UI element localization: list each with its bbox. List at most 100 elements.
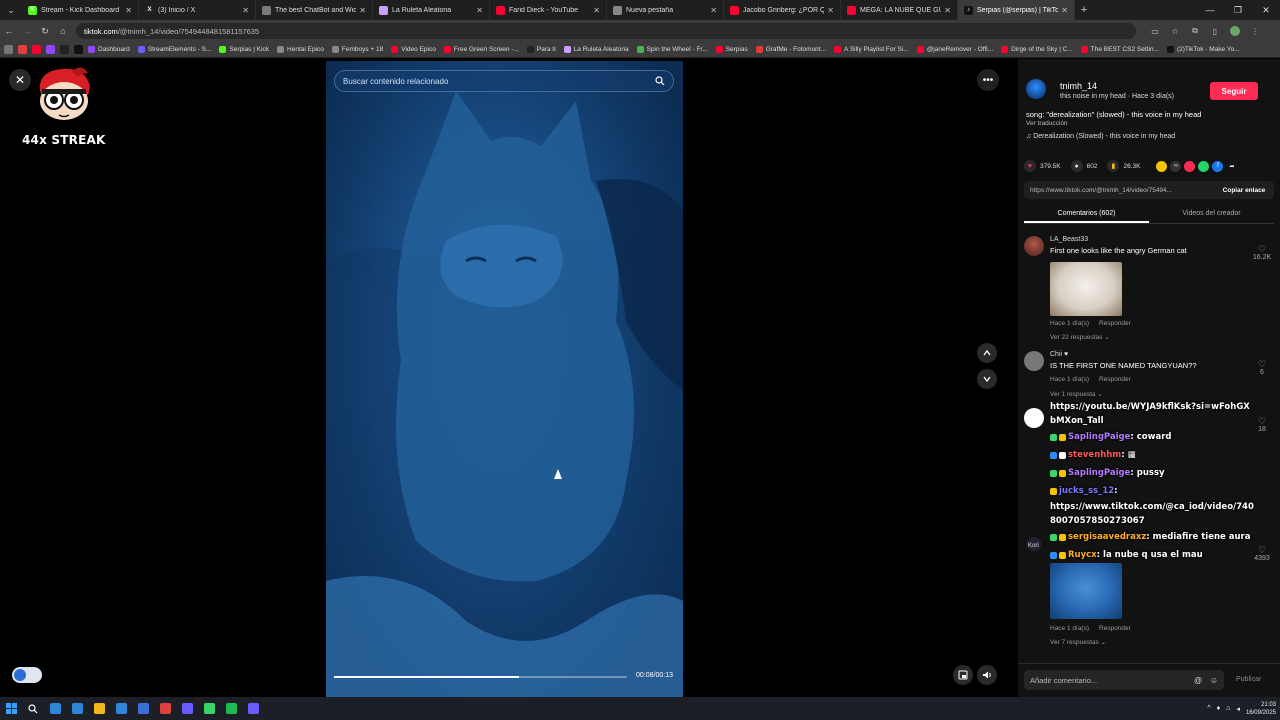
tab-search-button[interactable]: ⌄ [0,0,22,20]
gmail-icon[interactable] [18,45,27,54]
comment-image-cat[interactable] [1050,563,1122,619]
taskbar-app-icon[interactable] [176,697,198,720]
close-window-button[interactable]: ✕ [1252,0,1280,20]
comment-avatar[interactable] [1024,351,1044,371]
search-icon[interactable] [22,697,44,720]
forward-icon[interactable]: → [18,20,36,42]
tab-close-icon[interactable]: ✕ [359,6,366,15]
comment-username[interactable]: Chii ♥ [1050,351,1068,358]
tab-creator-videos[interactable]: Videos del creador [1149,206,1274,223]
twitch-icon[interactable] [46,45,55,54]
apps-grid-icon[interactable] [4,45,13,54]
bookmark-star-icon[interactable]: ☆ [1168,24,1182,38]
reply-button[interactable]: Responder [1099,376,1131,383]
taskbar-app-icon[interactable] [44,697,66,720]
view-replies-link[interactable]: Ver 7 respuestas ⌄ [1050,638,1106,646]
previous-video-button[interactable] [977,343,997,363]
taskbar-app-icon[interactable] [110,697,132,720]
comment-like[interactable]: ♡ 18 [1252,416,1272,433]
follow-button[interactable]: Seguir [1210,82,1258,100]
bookmark-item[interactable]: Hentai Epico [277,46,324,53]
reply-button[interactable]: Responder [1099,320,1131,327]
url-field[interactable]: tiktok.com/@tnimh_14/video/7549448481581… [76,23,1136,39]
bookmark-item[interactable]: Serpias [715,46,748,53]
home-icon[interactable]: ⌂ [54,20,72,42]
tab-close-icon[interactable]: ✕ [710,6,717,15]
browser-tab[interactable]: MEGA: LA NUBE QUE GUARDA✕ [841,0,958,20]
video-progress-bar[interactable] [334,676,627,678]
comment-stat[interactable]: ● 602 [1070,160,1097,172]
bookmark-item[interactable]: Femboys + 18 [331,46,383,53]
bookmark-item[interactable]: Dirge of the Sky | C... [1001,46,1073,53]
taskbar-app-icon[interactable] [220,697,242,720]
bookmark-item[interactable]: Video Epico [391,46,436,53]
browser-tab[interactable]: K Stream - Kick Dashboard ✕ [22,0,139,20]
taskbar-app-icon[interactable] [242,697,264,720]
coin-icon[interactable] [1156,160,1168,172]
comment-avatar[interactable] [1024,408,1044,428]
sidebar-icon[interactable]: ▯ [1208,24,1222,38]
related-search-input[interactable]: Buscar contenido relacionado [334,70,674,92]
browser-tab[interactable]: Jacobo Grinberg: ¿POR QUÉ DI✕ [724,0,841,20]
publish-button[interactable]: Publicar [1236,676,1261,683]
share-icon[interactable]: ➦ [1226,161,1237,172]
tab-close-icon[interactable]: ✕ [125,6,132,15]
like-stat[interactable]: ♥ 379.5K [1024,160,1061,172]
comment-avatar[interactable] [1024,236,1044,256]
minimize-button[interactable]: — [1196,0,1224,20]
extension-toggle[interactable] [12,667,42,683]
comment-like[interactable]: ♡ 6 [1252,359,1272,376]
bookmark-item[interactable]: StreamElements - S... [137,46,211,53]
bookmark-item[interactable]: Spin the Wheel - Fr... [636,46,708,53]
music-link[interactable]: ♫ Derealization (Slowed) - this voice in… [1026,133,1175,140]
save-stat[interactable]: ▮ 26.3K [1107,160,1140,172]
tiktok-icon[interactable] [74,45,83,54]
more-options-button[interactable]: ••• [977,69,999,91]
cast-icon[interactable]: ▭ [1148,24,1162,38]
see-translation-link[interactable]: Ver traducción [1026,120,1068,127]
facebook-icon[interactable]: f [1212,160,1224,172]
tab-comments[interactable]: Comentarios (602) [1024,206,1149,223]
network-icon[interactable]: ⌂ [1226,705,1230,712]
tab-close-icon[interactable]: ✕ [827,6,834,15]
comment-image-cat[interactable] [1050,262,1122,316]
browser-tab[interactable]: La Ruleta Aleatoria ✕ [373,0,490,20]
start-menu-icon[interactable] [0,697,22,720]
mic-icon[interactable]: ♦ [1217,705,1221,712]
taskbar-app-icon[interactable] [88,697,110,720]
clock[interactable]: 21:03 16/09/2025 [1246,701,1276,717]
bookmark-item[interactable]: Dashboard [88,46,130,53]
profile-avatar[interactable] [1228,24,1242,38]
reply-button[interactable]: Responder [1099,625,1131,632]
share-link-text[interactable]: https://www.tiktok.com/@tnimh_14/video/7… [1024,187,1214,194]
menu-dots-icon[interactable]: ⋮ [1248,24,1262,38]
embed-icon[interactable]: ‹› [1170,160,1182,172]
taskbar-app-icon[interactable] [154,697,176,720]
bookmark-item[interactable]: Serpias | Kick [219,46,269,53]
bookmark-item[interactable]: Free Green Screen -... [443,46,519,53]
send-icon[interactable] [1184,160,1196,172]
browser-tab[interactable]: Farid Dieck - YouTube ✕ [490,0,607,20]
tab-close-icon[interactable]: ✕ [476,6,483,15]
reload-icon[interactable]: ↻ [36,20,54,42]
next-video-button[interactable] [977,369,997,389]
whatsapp-icon[interactable] [1198,160,1210,172]
bookmark-item[interactable]: @janeRemover - Offi... [916,46,993,53]
volume-icon[interactable]: ◂ [1236,705,1240,713]
tab-close-icon[interactable]: ✕ [944,6,951,15]
view-replies-link[interactable]: Ver 22 respuestas ⌄ [1050,333,1110,341]
comment-username[interactable]: Kori [1028,543,1039,549]
tab-close-icon[interactable]: ✕ [593,6,600,15]
browser-tab[interactable]: Nueva pestaña ✕ [607,0,724,20]
copy-link-button[interactable]: Copiar enlace [1214,187,1274,194]
bookmark-item[interactable]: GrafMe - Fotomont... [755,46,826,53]
taskbar-app-icon[interactable] [66,697,88,720]
bookmark-item[interactable]: Para ti [526,46,556,53]
view-replies-link[interactable]: Ver 1 respuesta ⌄ [1050,390,1103,398]
maximize-button[interactable]: ❐ [1224,0,1252,20]
back-icon[interactable]: ← [0,20,18,42]
author-avatar[interactable] [1026,79,1046,99]
comment-like[interactable]: ♡ 4393 [1252,545,1272,562]
tray-chevron-icon[interactable]: ^ [1207,705,1210,712]
taskbar-app-icon[interactable] [132,697,154,720]
